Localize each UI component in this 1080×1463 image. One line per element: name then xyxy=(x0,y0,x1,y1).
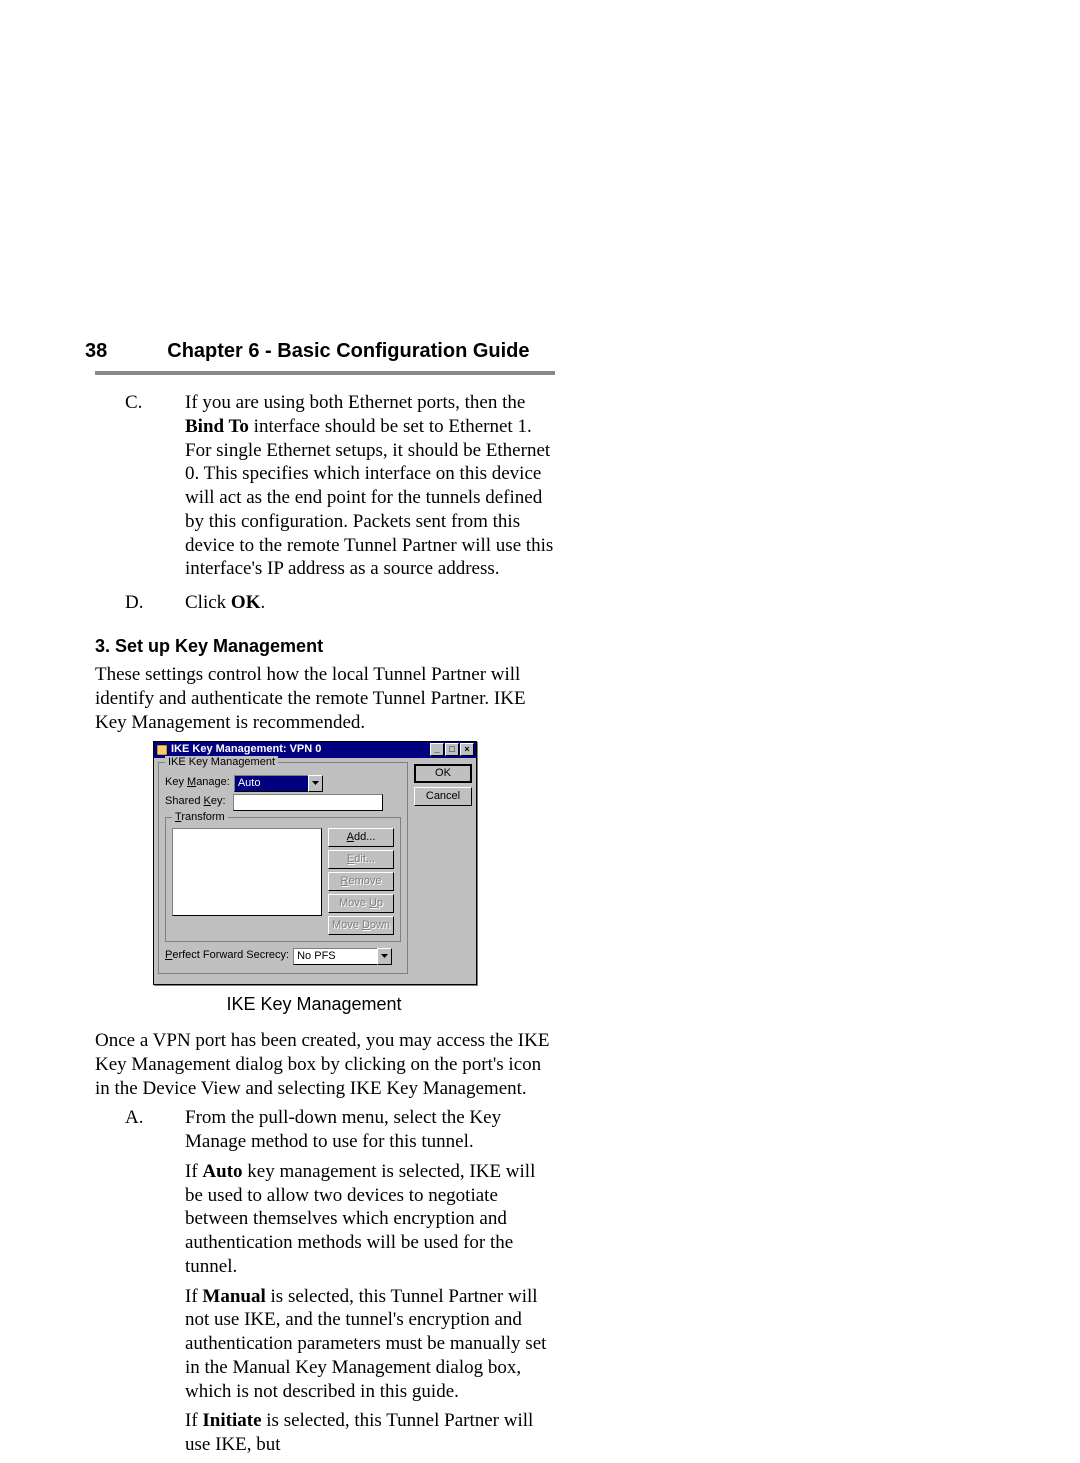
remove-button[interactable]: Remove xyxy=(328,872,394,891)
figure-caption: IKE Key Management xyxy=(153,993,475,1016)
paragraph: If Auto key management is selected, IKE … xyxy=(185,1160,555,1279)
paragraph: From the pull-down menu, select the Key … xyxy=(185,1106,555,1154)
pfs-combo[interactable]: No PFS xyxy=(293,948,392,965)
text: If you are using both Ethernet ports, th… xyxy=(185,392,525,413)
text: . xyxy=(260,592,265,613)
move-up-button[interactable]: Move Up xyxy=(328,894,394,913)
ike-dialog: IKE Key Management: VPN 0 _ □ × IKE Key … xyxy=(153,741,477,985)
edit-button[interactable]: Edit... xyxy=(328,850,394,869)
move-down-button[interactable]: Move Down xyxy=(328,916,394,935)
list-item-a: A. From the pull-down menu, select the K… xyxy=(95,1106,555,1463)
list-content: If you are using both Ethernet ports, th… xyxy=(185,391,555,587)
list-marker: C. xyxy=(95,391,185,587)
paragraph: If Initiate is selected, this Tunnel Par… xyxy=(185,1409,555,1457)
bold-text: OK xyxy=(231,592,261,613)
pfs-value[interactable]: No PFS xyxy=(293,948,377,965)
shared-key-label: Shared Key: xyxy=(165,795,229,809)
groupbox-title: IKE Key Management xyxy=(165,756,278,770)
header-rule xyxy=(95,371,555,375)
add-button[interactable]: Add... xyxy=(328,828,394,847)
chevron-down-icon[interactable] xyxy=(377,948,392,965)
document-page: 38 Chapter 6 - Basic Configuration Guide… xyxy=(0,0,1080,1397)
list-item-d: D. Click OK. xyxy=(95,591,555,621)
page-number: 38 xyxy=(85,340,107,363)
section-heading: 3. Set up Key Management xyxy=(95,635,555,658)
paragraph: Once a VPN port has been created, you ma… xyxy=(95,1029,555,1100)
list-content: Click OK. xyxy=(185,591,555,621)
bold-text: Bind To xyxy=(185,416,249,437)
groupbox-title: Transform xyxy=(172,811,228,825)
page-header: 38 Chapter 6 - Basic Configuration Guide xyxy=(85,340,985,363)
transform-listbox[interactable] xyxy=(172,828,322,916)
key-manage-label: Key Manage: xyxy=(165,776,230,790)
dialog-screenshot: IKE Key Management: VPN 0 _ □ × IKE Key … xyxy=(153,741,555,985)
chevron-down-icon[interactable] xyxy=(308,775,323,792)
shared-key-input[interactable] xyxy=(233,794,383,811)
transform-groupbox: Transform Add... Edit xyxy=(165,817,401,942)
maximize-button[interactable]: □ xyxy=(445,743,459,756)
key-manage-combo[interactable]: Auto xyxy=(234,775,323,792)
body-column: C. If you are using both Ethernet ports,… xyxy=(95,391,555,1463)
close-button[interactable]: × xyxy=(460,743,474,756)
pfs-label: Perfect Forward Secrecy: xyxy=(165,949,289,963)
ok-button[interactable]: OK xyxy=(414,764,472,783)
list-item-c: C. If you are using both Ethernet ports,… xyxy=(95,391,555,587)
list-content: From the pull-down menu, select the Key … xyxy=(185,1106,555,1463)
text: Click xyxy=(185,592,231,613)
titlebar-text: IKE Key Management: VPN 0 xyxy=(171,743,430,757)
text: interface should be set to Ethernet 1. F… xyxy=(185,416,553,580)
ike-groupbox: IKE Key Management Key Manage: Auto xyxy=(158,762,408,974)
list-marker: D. xyxy=(95,591,185,621)
cancel-button[interactable]: Cancel xyxy=(414,787,472,806)
list-marker: A. xyxy=(95,1106,185,1463)
minimize-button[interactable]: _ xyxy=(430,743,444,756)
paragraph: If Manual is selected, this Tunnel Partn… xyxy=(185,1285,555,1404)
section-intro: These settings control how the local Tun… xyxy=(95,663,555,734)
key-manage-value[interactable]: Auto xyxy=(234,775,308,792)
app-icon xyxy=(156,744,168,756)
chapter-title: Chapter 6 - Basic Configuration Guide xyxy=(167,340,529,363)
